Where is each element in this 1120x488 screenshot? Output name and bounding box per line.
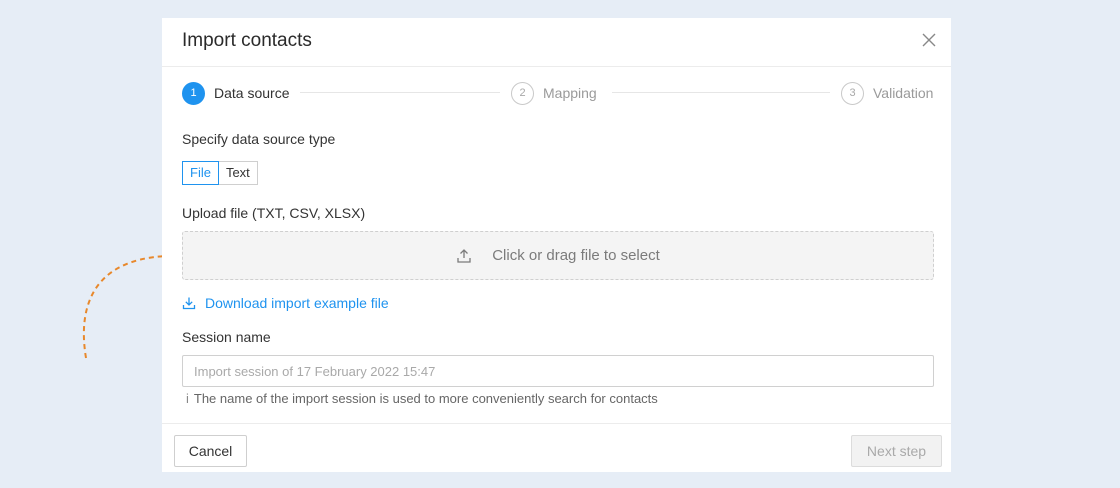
source-type-file-button[interactable]: File xyxy=(182,161,219,185)
file-dropzone[interactable]: Click or drag file to select xyxy=(182,231,934,280)
import-contacts-dialog: Import contacts 1 Data source 2 Mapping … xyxy=(162,18,951,472)
dialog-footer: Cancel Next step xyxy=(162,423,951,472)
download-example-link[interactable]: Download import example file xyxy=(182,294,389,312)
step-connector xyxy=(612,92,830,93)
upload-label: Upload file (TXT, CSV, XLSX) xyxy=(182,205,366,221)
step-label: Mapping xyxy=(543,85,597,101)
dropzone-text: Click or drag file to select xyxy=(492,247,660,264)
step-number: 1 xyxy=(182,81,205,105)
step-label: Validation xyxy=(873,85,934,101)
close-icon xyxy=(922,33,936,47)
import-stepper: 1 Data source 2 Mapping 3 Validation xyxy=(182,81,934,105)
step-mapping: 2 Mapping xyxy=(511,81,597,105)
download-example-label: Download import example file xyxy=(205,295,389,311)
session-hint-text: The name of the import session is used t… xyxy=(193,391,658,406)
step-label: Data source xyxy=(214,85,290,101)
source-type-text-button[interactable]: Text xyxy=(217,161,258,185)
upload-icon xyxy=(457,248,471,263)
step-connector xyxy=(300,92,500,93)
close-button[interactable] xyxy=(920,31,938,49)
info-icon: i xyxy=(186,391,189,406)
next-step-button[interactable]: Next step xyxy=(851,435,942,467)
source-type-label: Specify data source type xyxy=(182,131,336,147)
source-type-toggle: File Text xyxy=(182,161,258,185)
step-number: 3 xyxy=(841,81,864,105)
session-name-label: Session name xyxy=(182,329,271,345)
cancel-button[interactable]: Cancel xyxy=(174,435,247,467)
screen: Import contacts 1 Data source 2 Mapping … xyxy=(0,0,1120,488)
dialog-header: Import contacts xyxy=(162,18,951,67)
step-validation: 3 Validation xyxy=(841,81,933,105)
step-number: 2 xyxy=(511,81,534,105)
step-data-source: 1 Data source xyxy=(182,81,289,105)
session-name-input[interactable] xyxy=(182,355,934,387)
session-hint: i The name of the import session is used… xyxy=(186,391,658,406)
dialog-title: Import contacts xyxy=(182,30,312,51)
download-icon xyxy=(182,297,196,310)
